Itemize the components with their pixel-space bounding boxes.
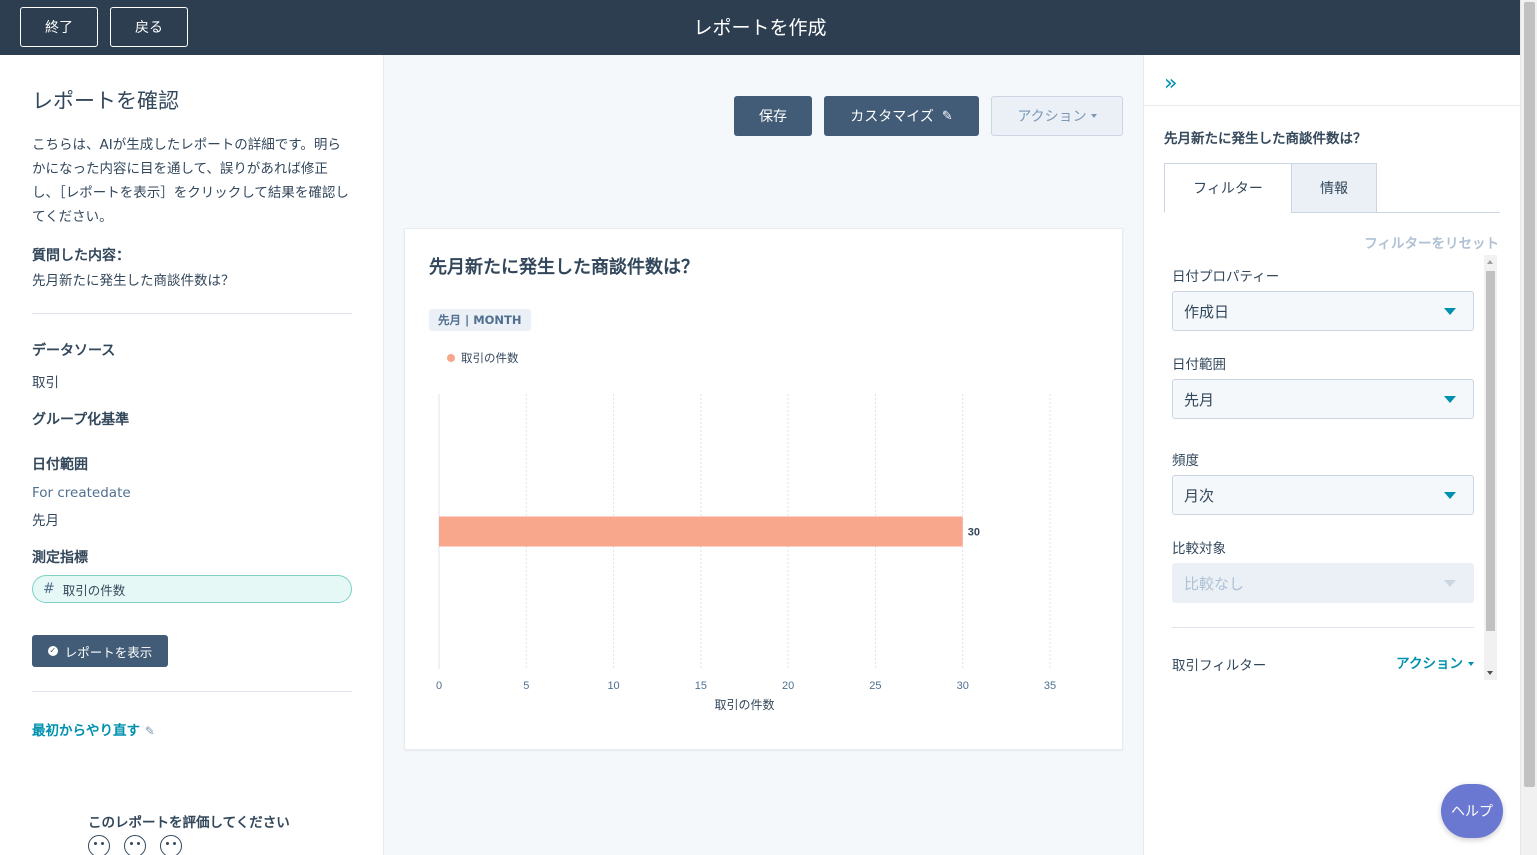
actions-button[interactable]: アクション bbox=[991, 96, 1123, 136]
datasource-label: データソース bbox=[32, 343, 116, 359]
compare-select: 比較なし bbox=[1172, 563, 1474, 603]
scroll-thumb[interactable] bbox=[1486, 271, 1495, 631]
metric-label: 測定指標 bbox=[32, 550, 88, 566]
reset-filters-link[interactable]: フィルターをリセット bbox=[1364, 232, 1499, 252]
daterange-for: For createdate bbox=[32, 485, 131, 501]
hash-icon: # bbox=[43, 581, 55, 597]
review-description: こちらは、AIが生成したレポートの詳細です。明らかになった内容に目を通して、誤り… bbox=[32, 137, 349, 225]
caret-down-icon bbox=[1444, 396, 1456, 403]
panel-tabs: フィルター 情報 bbox=[1164, 163, 1500, 213]
x-tick-label: 35 bbox=[1044, 680, 1056, 692]
show-report-button[interactable]: ✓ レポートを表示 bbox=[32, 635, 168, 667]
top-bar: 終了 戻る レポートを作成 bbox=[0, 0, 1537, 55]
tab-info[interactable]: 情報 bbox=[1291, 163, 1377, 213]
x-tick-label: 0 bbox=[436, 680, 442, 692]
x-tick-label: 5 bbox=[523, 680, 529, 692]
caret-down-icon bbox=[1468, 662, 1474, 666]
restart-link[interactable]: 最初からやり直す ✎ bbox=[32, 719, 155, 739]
metric-pill[interactable]: # 取引の件数 bbox=[32, 575, 352, 603]
x-tick-label: 10 bbox=[607, 680, 619, 692]
tab-filters[interactable]: フィルター bbox=[1164, 163, 1292, 213]
pencil-icon: ✎ bbox=[941, 108, 953, 124]
restart-label: 最初からやり直す bbox=[32, 723, 140, 739]
frequency-value: 月次 bbox=[1184, 486, 1215, 505]
compare-label: 比較対象 bbox=[1172, 541, 1226, 557]
divider bbox=[32, 313, 352, 314]
compare-value: 比較なし bbox=[1184, 574, 1245, 593]
pencil-icon: ✎ bbox=[144, 724, 155, 738]
deal-filter-action-label: アクション bbox=[1396, 656, 1463, 672]
divider bbox=[1144, 105, 1521, 106]
x-tick-label: 15 bbox=[695, 680, 707, 692]
bar bbox=[439, 516, 963, 547]
scroll-down-icon[interactable] bbox=[1487, 671, 1493, 675]
report-card: 先月新たに発生した商談件数は？ 先月 | MONTH 取引の件数 0 5 10 15 2… bbox=[404, 228, 1123, 750]
data-label: 30 bbox=[968, 527, 980, 539]
actions-label: アクション bbox=[1017, 109, 1087, 125]
x-tick-label: 20 bbox=[782, 680, 794, 692]
window-scroll-thumb[interactable] bbox=[1524, 2, 1535, 787]
asked-label: 質問した内容： bbox=[32, 248, 130, 264]
caret-down-icon bbox=[1444, 580, 1456, 587]
date-range-value: 先月 bbox=[1184, 390, 1215, 409]
panel-question: 先月新たに発生した商談件数は？ bbox=[1164, 131, 1367, 147]
datasource-value: 取引 bbox=[32, 375, 59, 391]
x-axis-label: 取引の件数 bbox=[714, 697, 774, 712]
frequency-label: 頻度 bbox=[1172, 453, 1199, 469]
groupby-label: グループ化基準 bbox=[32, 412, 130, 428]
collapse-panel-icon[interactable]: » bbox=[1164, 71, 1177, 96]
date-property-select[interactable]: 作成日 bbox=[1172, 291, 1474, 331]
rate-prompt: このレポートを評価してください bbox=[88, 815, 290, 831]
asked-value: 先月新たに発生した商談件数は？ bbox=[32, 273, 235, 289]
scroll-up-icon[interactable] bbox=[1487, 260, 1493, 264]
daterange-label: 日付範囲 bbox=[32, 457, 88, 473]
filter-scrollbar[interactable] bbox=[1484, 255, 1497, 680]
metric-value: 取引の件数 bbox=[62, 582, 126, 598]
rating-faces bbox=[88, 835, 182, 855]
x-tick-label: 25 bbox=[869, 680, 881, 692]
deal-filter-actions[interactable]: アクション bbox=[1396, 652, 1474, 672]
happy-face-icon[interactable] bbox=[88, 835, 110, 855]
page-title: レポートを作成 bbox=[693, 17, 827, 39]
deal-filter-label: 取引フィルター bbox=[1172, 658, 1267, 674]
date-property-label: 日付プロパティー bbox=[1172, 269, 1280, 285]
filter-fields: 日付プロパティー 作成日 日付範囲 先月 頻度 月次 比較対象 比較なし 取引フ… bbox=[1164, 255, 1500, 680]
customize-label: カスタマイズ bbox=[850, 109, 934, 125]
window-scrollbar[interactable] bbox=[1520, 0, 1537, 855]
help-button[interactable]: ヘルプ bbox=[1441, 784, 1503, 838]
sad-face-icon[interactable] bbox=[160, 835, 182, 855]
review-heading: レポートを確認 bbox=[32, 89, 179, 113]
customize-button[interactable]: カスタマイズ ✎ bbox=[824, 96, 979, 136]
caret-down-icon bbox=[1444, 492, 1456, 499]
report-review-panel: レポートを確認 こちらは、AIが生成したレポートの詳細です。明らかになった内容に… bbox=[0, 55, 384, 855]
x-tick-label: 30 bbox=[957, 680, 969, 692]
caret-down-icon bbox=[1444, 308, 1456, 315]
save-button[interactable]: 保存 bbox=[734, 96, 812, 136]
filter-panel: » 先月新たに発生した商談件数は？ フィルター 情報 フィルターをリセット 日付… bbox=[1143, 55, 1521, 855]
daterange-value: 先月 bbox=[32, 513, 59, 529]
date-property-value: 作成日 bbox=[1184, 302, 1230, 321]
date-range-label: 日付範囲 bbox=[1172, 357, 1226, 373]
show-report-label: レポートを表示 bbox=[64, 644, 153, 660]
caret-down-icon bbox=[1090, 114, 1097, 118]
divider bbox=[1172, 627, 1474, 628]
date-range-select[interactable]: 先月 bbox=[1172, 379, 1474, 419]
frequency-select[interactable]: 月次 bbox=[1172, 475, 1474, 515]
divider bbox=[32, 691, 352, 692]
bar-chart: 0 5 10 15 20 25 30 35 30 取引の件数 bbox=[436, 394, 1056, 712]
check-icon: ✓ bbox=[47, 646, 58, 656]
neutral-face-icon[interactable] bbox=[124, 835, 146, 855]
